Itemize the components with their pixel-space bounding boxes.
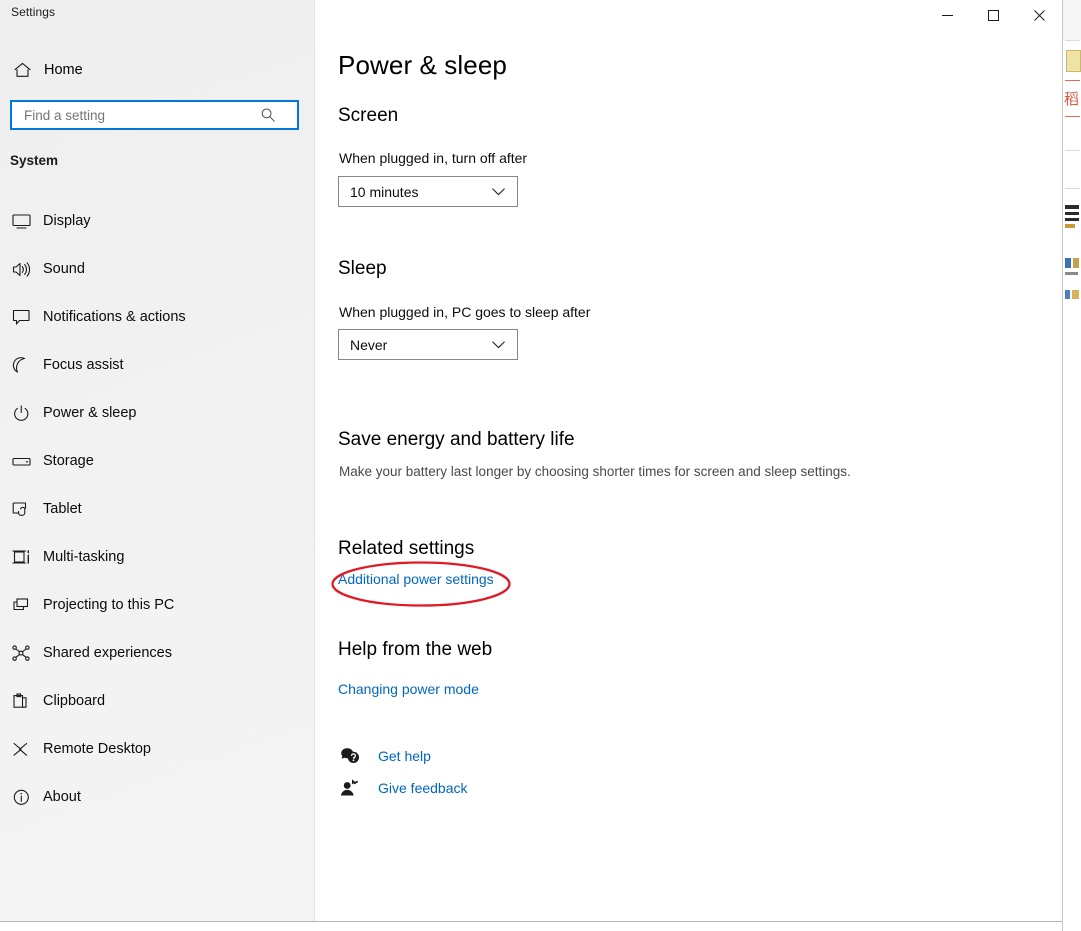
sidebar-item-power-sleep[interactable]: Power & sleep [0, 397, 315, 429]
sidebar: Home System Display [0, 0, 315, 921]
info-icon [10, 789, 32, 806]
window-caption-buttons [924, 0, 1062, 31]
sleep-after-dropdown[interactable]: Never [338, 329, 518, 360]
drive-icon [10, 453, 32, 470]
sidebar-item-label: Focus assist [43, 357, 124, 373]
close-icon [1033, 10, 1045, 21]
sidebar-item-multi-tasking[interactable]: Multi-tasking [0, 541, 315, 573]
remote-desktop-icon [10, 741, 32, 758]
give-feedback-icon [338, 778, 362, 797]
screen-turn-off-label: When plugged in, turn off after [339, 150, 528, 166]
search-icon[interactable] [260, 107, 276, 123]
moon-icon [10, 356, 32, 374]
maximize-icon [987, 10, 999, 21]
sleep-after-value: Never [350, 336, 388, 353]
page-title: Power & sleep [338, 50, 507, 80]
sidebar-home-label: Home [44, 62, 83, 78]
screen-turn-off-dropdown[interactable]: 10 minutes [338, 176, 518, 207]
sidebar-item-tablet[interactable]: Tablet [0, 493, 315, 525]
sidebar-item-label: Projecting to this PC [43, 597, 175, 613]
close-button[interactable] [1016, 0, 1062, 31]
window-title: Settings [11, 5, 56, 19]
chevron-down-icon [492, 340, 505, 349]
minimize-icon [941, 15, 953, 16]
chevron-down-icon [492, 187, 505, 196]
search-input[interactable] [22, 106, 258, 124]
sidebar-item-label: Shared experiences [43, 645, 172, 661]
tablet-icon [10, 501, 32, 518]
projecting-icon [10, 597, 32, 614]
sidebar-item-projecting-to-this-pc[interactable]: Projecting to this PC [0, 589, 315, 621]
sidebar-item-clipboard[interactable]: Clipboard [0, 685, 315, 717]
section-heading-related-settings: Related settings [338, 538, 475, 559]
changing-power-mode-link[interactable]: Changing power mode [338, 681, 479, 697]
sidebar-item-label: Multi-tasking [43, 549, 125, 565]
section-heading-sleep: Sleep [338, 258, 387, 279]
notification-icon [10, 309, 32, 326]
sidebar-item-label: Clipboard [43, 693, 106, 709]
sidebar-item-label: Storage [43, 453, 94, 469]
sidebar-item-label: About [43, 789, 81, 805]
maximize-button[interactable] [970, 0, 1016, 31]
sidebar-item-home[interactable]: Home [0, 55, 315, 85]
share-nodes-icon [10, 644, 32, 662]
additional-power-settings-link[interactable]: Additional power settings [338, 571, 494, 587]
sidebar-item-display[interactable]: Display [0, 205, 315, 237]
main-content: Power & sleep Screen When plugged in, tu… [316, 0, 1062, 921]
get-help-icon [338, 746, 362, 765]
screen-turn-off-value: 10 minutes [350, 183, 419, 200]
home-icon [12, 62, 32, 78]
give-feedback-row[interactable]: Give feedback [338, 778, 468, 797]
sidebar-item-notifications-actions[interactable]: Notifications & actions [0, 301, 315, 333]
search-box[interactable] [10, 100, 299, 130]
sidebar-item-about[interactable]: About [0, 781, 315, 813]
sidebar-item-remote-desktop[interactable]: Remote Desktop [0, 733, 315, 765]
sidebar-item-sound[interactable]: Sound [0, 253, 315, 285]
section-heading-screen: Screen [338, 105, 399, 126]
sidebar-item-label: Notifications & actions [43, 309, 186, 325]
sidebar-item-shared-experiences[interactable]: Shared experiences [0, 637, 315, 669]
sidebar-item-label: Power & sleep [43, 405, 137, 421]
clipboard-icon [10, 692, 32, 710]
power-icon [10, 404, 32, 422]
title-bar[interactable]: Settings [0, 0, 1062, 32]
sidebar-item-storage[interactable]: Storage [0, 445, 315, 477]
sidebar-group-label: System [10, 153, 59, 168]
multitasking-icon [10, 549, 32, 566]
sleep-after-label: When plugged in, PC goes to sleep after [339, 304, 591, 320]
sidebar-item-label: Sound [43, 261, 85, 277]
section-heading-help-from-web: Help from the web [338, 639, 493, 660]
give-feedback-label: Give feedback [378, 779, 468, 796]
sidebar-nav-list: Display Sound Notifications & actions Fo… [0, 205, 315, 829]
section-heading-save-energy: Save energy and battery life [338, 429, 575, 450]
get-help-label: Get help [378, 747, 431, 764]
sidebar-item-focus-assist[interactable]: Focus assist [0, 349, 315, 381]
settings-window: Settings Home Find a setting System Disp… [0, 0, 1062, 922]
minimize-button[interactable] [924, 0, 970, 31]
sidebar-item-label: Remote Desktop [43, 741, 151, 757]
sidebar-item-label: Display [43, 213, 91, 229]
sidebar-item-label: Tablet [43, 501, 82, 517]
monitor-icon [10, 213, 32, 230]
save-energy-description: Make your battery last longer by choosin… [339, 464, 851, 479]
background-window-sliver[interactable]: 稻 [1062, 0, 1081, 931]
get-help-row[interactable]: Get help [338, 746, 431, 765]
speaker-icon [10, 261, 32, 278]
